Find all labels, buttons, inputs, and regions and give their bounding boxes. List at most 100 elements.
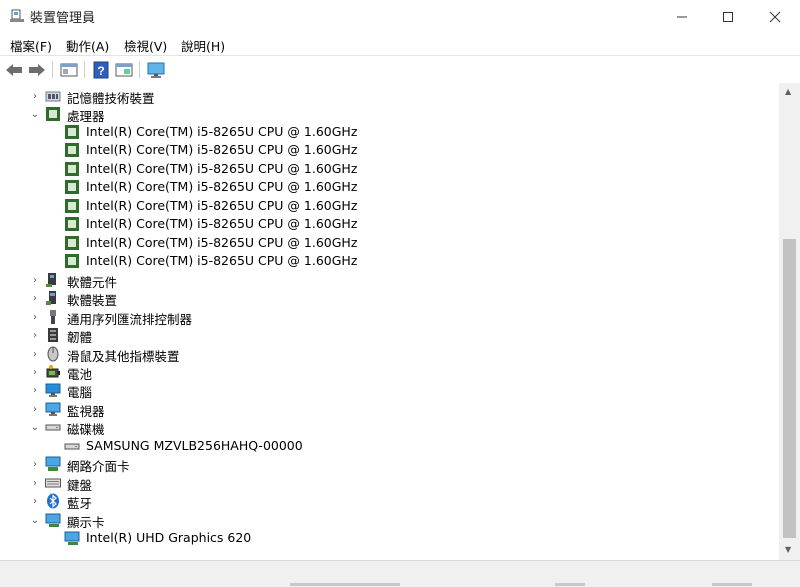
battery-icon [46, 365, 60, 378]
monitor-icon [147, 62, 165, 78]
software-device-icon [46, 291, 56, 305]
disk-drive-icon [45, 424, 61, 431]
minimize-icon [677, 16, 687, 17]
chevron-right-icon[interactable]: › [29, 384, 41, 396]
menu-bar: 檔案(F) 動作(A) 檢視(V) 說明(H) [0, 33, 800, 55]
processor-icon [65, 199, 79, 213]
memory-device-icon [45, 91, 61, 102]
toolbar: ? [0, 55, 800, 84]
back-button[interactable] [4, 60, 24, 80]
tree-node-computer[interactable]: › 電腦 [0, 381, 779, 400]
chevron-right-icon[interactable]: › [29, 90, 41, 102]
chevron-right-icon[interactable]: › [29, 311, 41, 323]
tree-node-batteries[interactable]: › 電池 [0, 363, 779, 382]
display-adapter-icon [64, 531, 80, 545]
tree-node-label: 網路介面卡 [67, 459, 130, 474]
menu-help[interactable]: 說明(H) [181, 36, 225, 55]
scroll-up-icon[interactable]: ▲ [785, 87, 791, 96]
forward-icon [29, 64, 45, 76]
tree-node-label: Intel(R) UHD Graphics 620 [86, 530, 252, 545]
maximize-icon [723, 11, 733, 22]
close-button[interactable] [752, 0, 798, 33]
chevron-right-icon[interactable]: › [29, 477, 41, 489]
tree-node-label: Intel(R) Core(TM) i5-8265U CPU @ 1.60GHz [86, 161, 358, 176]
tree-node-mice[interactable]: › 滑鼠及其他指標裝置 [0, 345, 779, 364]
tree-node-label: 藍牙 [67, 496, 93, 511]
scroll-thumb[interactable] [783, 239, 796, 538]
menu-action[interactable]: 動作(A) [66, 36, 109, 55]
disk-drive-icon [64, 443, 80, 450]
view-button[interactable] [114, 60, 134, 80]
processor-icon [65, 162, 79, 176]
tree-node-cpu[interactable]: Intel(R) Core(TM) i5-8265U CPU @ 1.60GHz [0, 178, 779, 196]
tree-node-samsung-ssd[interactable]: SAMSUNG MZVLB256HAHQ-00000 [0, 437, 779, 455]
toolbar-separator [52, 61, 53, 78]
tree-node-display-adapters[interactable]: ⌄ 顯示卡 [0, 511, 779, 530]
tree-node-firmware[interactable]: › 韌體 [0, 326, 779, 345]
tree-node-cpu[interactable]: Intel(R) Core(TM) i5-8265U CPU @ 1.60GHz [0, 234, 779, 252]
tree-node-cpu[interactable]: Intel(R) Core(TM) i5-8265U CPU @ 1.60GHz [0, 197, 779, 215]
menu-file[interactable]: 檔案(F) [10, 36, 52, 55]
tree-node-label: Intel(R) Core(TM) i5-8265U CPU @ 1.60GHz [86, 142, 358, 157]
tree-node-cpu[interactable]: Intel(R) Core(TM) i5-8265U CPU @ 1.60GHz [0, 215, 779, 233]
tree-node-label: SAMSUNG MZVLB256HAHQ-00000 [86, 438, 303, 453]
tree-node-memory-tech[interactable]: › 記憶體技術裝置 [0, 87, 779, 107]
processor-icon [46, 107, 60, 121]
tree-node-cpu[interactable]: Intel(R) Core(TM) i5-8265U CPU @ 1.60GHz [0, 141, 779, 159]
processor-icon [65, 125, 79, 139]
vertical-scrollbar[interactable]: ▲ ▼ [779, 83, 800, 560]
chevron-down-icon[interactable]: ⌄ [29, 108, 41, 120]
device-tree[interactable]: › 記憶體技術裝置 ⌄ 處理器 Intel(R) Core(TM) i5-826… [0, 83, 779, 560]
tree-node-cpu[interactable]: Intel(R) Core(TM) i5-8265U CPU @ 1.60GHz [0, 123, 779, 141]
status-bar [0, 560, 800, 587]
help-button[interactable]: ? [91, 60, 111, 80]
minimize-button[interactable] [659, 0, 705, 33]
chevron-right-icon[interactable]: › [29, 348, 41, 360]
chevron-down-icon[interactable]: ⌄ [29, 514, 41, 526]
chevron-right-icon[interactable]: › [29, 458, 41, 470]
scroll-down-icon[interactable]: ▼ [785, 545, 791, 554]
scan-hardware-button[interactable] [146, 60, 166, 80]
keyboard-icon [45, 478, 61, 488]
chevron-down-icon[interactable]: ⌄ [29, 421, 41, 433]
maximize-button[interactable] [705, 0, 751, 33]
tree-node-monitors[interactable]: › 監視器 [0, 400, 779, 419]
chevron-right-icon[interactable]: › [29, 292, 41, 304]
forward-button[interactable] [27, 60, 47, 80]
chevron-right-icon[interactable]: › [29, 495, 41, 507]
computer-icon [45, 383, 61, 397]
tree-node-bluetooth[interactable]: › 藍牙 [0, 492, 779, 511]
properties-button[interactable] [59, 60, 79, 80]
tree-node-intel-uhd-620[interactable]: Intel(R) UHD Graphics 620 [0, 529, 779, 547]
chevron-right-icon[interactable]: › [29, 366, 41, 378]
bluetooth-icon [47, 493, 59, 509]
chevron-right-icon[interactable]: › [29, 274, 41, 286]
tree-node-label: Intel(R) Core(TM) i5-8265U CPU @ 1.60GHz [86, 198, 358, 213]
tree-node-label: 磁碟機 [67, 422, 105, 437]
tree-node-disk-drives[interactable]: ⌄ 磁碟機 [0, 418, 779, 438]
processor-icon [65, 180, 79, 194]
tree-node-network-adapters[interactable]: › 網路介面卡 [0, 455, 779, 474]
tree-node-cpu[interactable]: Intel(R) Core(TM) i5-8265U CPU @ 1.60GHz [0, 252, 779, 270]
chevron-right-icon[interactable]: › [29, 403, 41, 415]
tree-node-label: Intel(R) Core(TM) i5-8265U CPU @ 1.60GHz [86, 179, 358, 194]
tree-node-software-components[interactable]: › 軟體元件 [0, 271, 779, 290]
tree-node-label: Intel(R) Core(TM) i5-8265U CPU @ 1.60GHz [86, 216, 358, 231]
title-bar: 裝置管理員 [0, 0, 800, 33]
tree-node-software-devices[interactable]: › 軟體裝置 [0, 289, 779, 308]
properties-icon [60, 63, 78, 77]
monitor-icon [45, 402, 61, 416]
chevron-right-icon[interactable]: › [29, 329, 41, 341]
svg-text:?: ? [97, 64, 104, 78]
mouse-icon [47, 346, 59, 362]
toolbar-separator [84, 61, 85, 78]
tree-node-label: Intel(R) Core(TM) i5-8265U CPU @ 1.60GHz [86, 124, 358, 139]
processor-icon [65, 143, 79, 157]
tree-node-cpu[interactable]: Intel(R) Core(TM) i5-8265U CPU @ 1.60GHz [0, 160, 779, 178]
tree-node-keyboards[interactable]: › 鍵盤 [0, 474, 779, 494]
menu-view[interactable]: 檢視(V) [124, 36, 167, 55]
tree-node-label: Intel(R) Core(TM) i5-8265U CPU @ 1.60GHz [86, 235, 358, 250]
tree-node-usb-controllers[interactable]: › 通用序列匯流排控制器 [0, 308, 779, 327]
tree-node-processors[interactable]: ⌄ 處理器 [0, 105, 779, 124]
display-adapter-icon [45, 513, 61, 527]
